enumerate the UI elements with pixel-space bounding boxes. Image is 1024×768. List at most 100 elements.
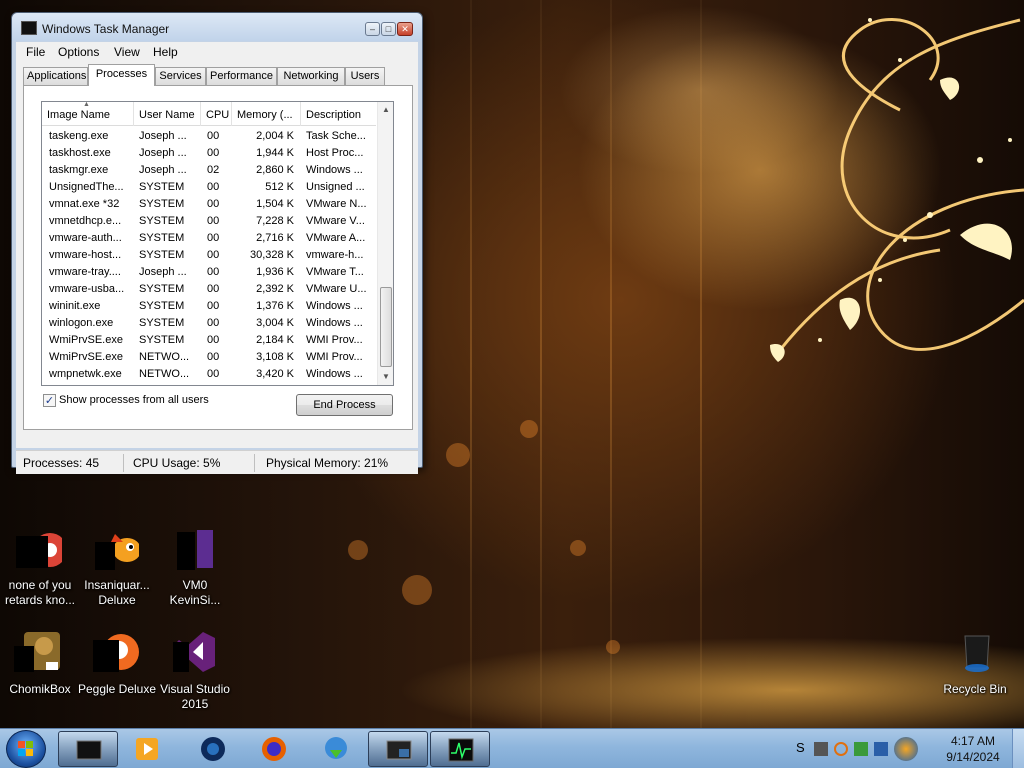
maximize-button[interactable]: □ — [381, 22, 396, 36]
minimize-button[interactable]: – — [365, 22, 380, 36]
taskbar-task-manager[interactable] — [58, 731, 118, 767]
taskbar-media-player[interactable] — [118, 731, 178, 767]
title-bar[interactable]: Windows Task Manager – □ ✕ — [12, 13, 422, 41]
tray-device-icon[interactable] — [814, 742, 828, 756]
process-row[interactable]: winlogon.exe SYSTEM 00 3,004 K Windows ... — [42, 315, 376, 332]
cell-cpu: 00 — [207, 147, 220, 159]
cell-user-name: SYSTEM — [139, 300, 185, 312]
cell-description: Unsigned ... — [306, 181, 365, 193]
cell-memory: 3,108 K — [256, 351, 294, 363]
process-row[interactable]: WmiPrvSE.exe NETWO... 00 3,108 K WMI Prov... — [42, 349, 376, 366]
cell-memory: 512 K — [265, 181, 294, 193]
cell-cpu: 00 — [207, 215, 220, 227]
column-image-name[interactable]: ▲ Image Name — [42, 102, 134, 126]
cell-description: Task Sche... — [306, 130, 366, 142]
scroll-down-arrow-icon[interactable]: ▼ — [378, 369, 393, 385]
process-row[interactable]: taskeng.exe Joseph ... 00 2,004 K Task Sche.… — [42, 128, 376, 145]
clock-date[interactable]: 9/14/2024 — [938, 750, 1008, 764]
cell-image-name: taskmgr.exe — [49, 164, 109, 176]
cell-image-name: wininit.exe — [49, 300, 101, 312]
cell-cpu: 00 — [207, 300, 220, 312]
tab-applications[interactable]: Applications — [23, 67, 88, 85]
end-process-button[interactable]: End Process — [296, 394, 393, 416]
desktop-icon-label: none of you retards kno... — [4, 578, 76, 607]
cell-cpu: 00 — [207, 130, 220, 142]
show-desktop-button[interactable] — [1012, 729, 1024, 768]
cell-user-name: SYSTEM — [139, 181, 185, 193]
cell-user-name: NETWO... — [139, 351, 190, 363]
cell-image-name: WmiPrvSE.exe — [49, 334, 123, 346]
process-row[interactable]: vmnetdhcp.e... SYSTEM 00 7,228 K VMware V... — [42, 213, 376, 230]
taskbar-firefox[interactable] — [244, 731, 304, 767]
tab-users[interactable]: Users — [345, 67, 385, 85]
tab-performance[interactable]: Performance — [206, 67, 277, 85]
taskbar-internet-download-manager[interactable] — [306, 731, 366, 767]
cell-description: Windows ... — [306, 164, 363, 176]
tab-processes[interactable]: Processes — [88, 64, 155, 86]
taskbar-window[interactable] — [368, 731, 428, 767]
cell-description: Windows ... — [306, 300, 363, 312]
notification-area: S — [786, 730, 936, 768]
process-row[interactable]: taskmgr.exe Joseph ... 02 2,860 K Windows ..… — [42, 162, 376, 179]
column-description[interactable]: Description — [301, 102, 376, 126]
cell-description: VMware A... — [306, 232, 366, 244]
firefox-icon — [262, 737, 286, 761]
cell-memory: 1,376 K — [256, 300, 294, 312]
cell-memory: 2,860 K — [256, 164, 294, 176]
tray-window-icon[interactable] — [874, 742, 888, 756]
menu-help[interactable]: Help — [153, 44, 178, 60]
checkbox-checkmark-icon[interactable]: ✓ — [43, 394, 56, 407]
scrollbar-thumb[interactable] — [380, 287, 392, 367]
tray-app-icon[interactable] — [894, 737, 918, 761]
cell-user-name: SYSTEM — [139, 283, 185, 295]
task-manager-icon — [76, 740, 102, 760]
column-user-name[interactable]: User Name — [134, 102, 201, 126]
process-row[interactable]: vmware-host... SYSTEM 00 30,328 K vmware-h..… — [42, 247, 376, 264]
process-row[interactable]: taskhost.exe Joseph ... 00 1,944 K Host Proc… — [42, 145, 376, 162]
cell-image-name: vmware-host... — [49, 249, 122, 261]
taskbar-resource-monitor[interactable] — [430, 731, 490, 767]
cell-memory: 2,184 K — [256, 334, 294, 346]
process-row[interactable]: vmnat.exe *32 SYSTEM 00 1,504 K VMware N... — [42, 196, 376, 213]
process-row[interactable]: WmiPrvSE.exe SYSTEM 00 2,184 K WMI Prov... — [42, 332, 376, 349]
window-icon — [386, 740, 412, 760]
scroll-up-arrow-icon[interactable]: ▲ — [378, 102, 393, 118]
cell-image-name: vmnat.exe *32 — [49, 198, 120, 210]
process-list-header: ▲ Image Name User Name CPU Memory (... D… — [42, 102, 376, 126]
process-row[interactable]: vmware-auth... SYSTEM 00 2,716 K VMware A... — [42, 230, 376, 247]
start-button[interactable] — [6, 730, 46, 768]
tab-services[interactable]: Services — [155, 67, 206, 85]
cell-cpu: 00 — [207, 198, 220, 210]
status-physical-memory: Physical Memory: 21% — [266, 456, 389, 470]
process-list[interactable]: ▲ Image Name User Name CPU Memory (... D… — [41, 101, 394, 386]
cell-memory: 30,328 K — [249, 249, 294, 261]
recycle-bin-icon — [964, 635, 990, 672]
process-row[interactable]: vmware-usba... SYSTEM 00 2,392 K VMware U... — [42, 281, 376, 298]
cell-description: WMI Prov... — [306, 334, 363, 346]
cell-description: VMware V... — [306, 215, 365, 227]
tab-networking[interactable]: Networking — [277, 67, 345, 85]
process-row[interactable]: UnsignedThe... SYSTEM 00 512 K Unsigned ... — [42, 179, 376, 196]
menu-file[interactable]: File — [26, 44, 45, 60]
menu-view[interactable]: View — [114, 44, 140, 60]
column-memory[interactable]: Memory (... — [232, 102, 301, 126]
taskbar-cyberlink[interactable] — [183, 731, 243, 767]
tray-search-icon[interactable] — [834, 742, 848, 756]
taskbar: S 4:17 AM 9/14/2024 — [0, 728, 1024, 768]
cell-user-name: Joseph ... — [139, 266, 187, 278]
close-button[interactable]: ✕ — [397, 22, 413, 36]
status-bar: Processes: 45 CPU Usage: 5% Physical Mem… — [16, 450, 418, 474]
process-row[interactable]: wmpnetwk.exe NETWO... 00 3,420 K Windows ... — [42, 366, 376, 383]
cell-image-name: vmnetdhcp.e... — [49, 215, 122, 227]
process-row[interactable]: wininit.exe SYSTEM 00 1,376 K Windows ... — [42, 298, 376, 315]
column-cpu[interactable]: CPU — [201, 102, 232, 126]
cell-image-name: WmiPrvSE.exe — [49, 351, 123, 363]
tray-network-icon[interactable] — [854, 742, 868, 756]
clock-time[interactable]: 4:17 AM — [938, 734, 1008, 748]
menu-options[interactable]: Options — [58, 44, 99, 60]
cell-cpu: 00 — [207, 249, 220, 261]
cell-memory: 2,716 K — [256, 232, 294, 244]
process-row[interactable]: vmware-tray.... Joseph ... 00 1,936 K VMware… — [42, 264, 376, 281]
vertical-scrollbar[interactable]: ▲ ▼ — [377, 102, 393, 385]
desktop-icon-label: VM0 KevinSi... — [169, 578, 221, 607]
